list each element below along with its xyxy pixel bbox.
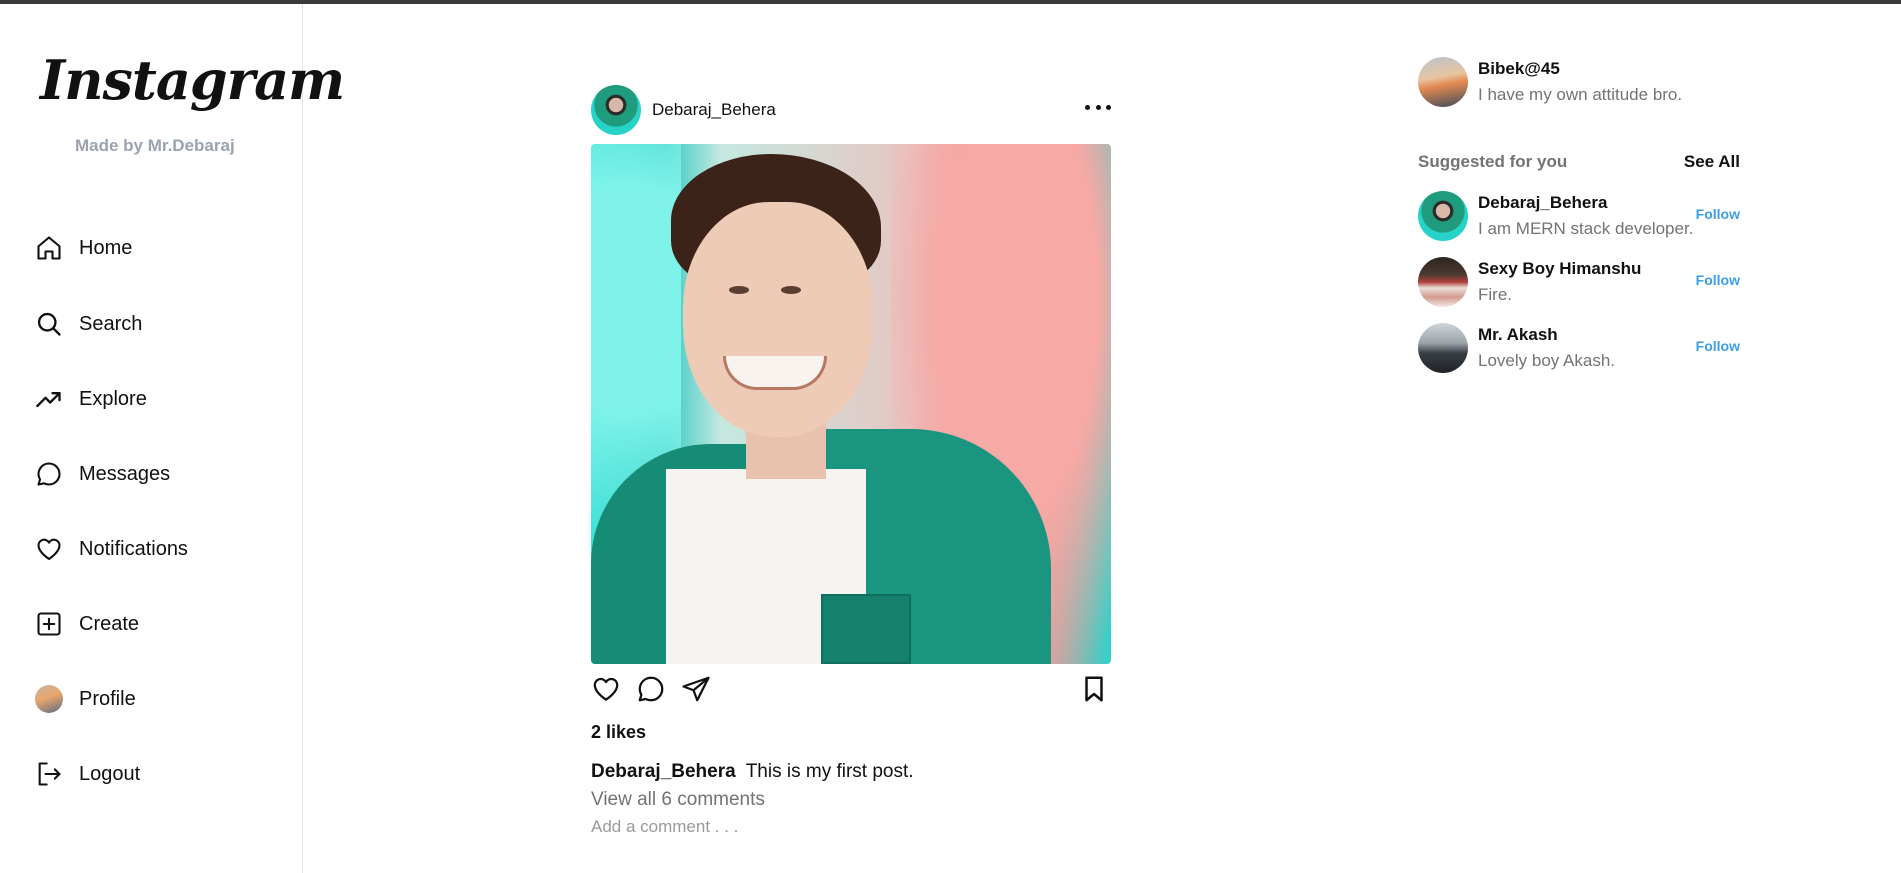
add-comment-input[interactable]: [591, 817, 991, 837]
avatar[interactable]: [1418, 257, 1468, 307]
home-icon: [34, 233, 64, 263]
caption-text: This is my first post.: [745, 761, 914, 782]
suggestions-header: Suggested for you See All: [1418, 152, 1758, 176]
likes-count[interactable]: 2 likes: [591, 722, 1111, 743]
feed-post: Debaraj_Behera 2 likes Debaraj_Behera Thi: [591, 82, 1111, 837]
post-author-avatar[interactable]: [591, 85, 641, 135]
sidebar-item-label: Logout: [79, 762, 141, 785]
sidebar-item-profile[interactable]: Profile: [34, 679, 274, 719]
suggestion-item: Sexy Boy Himanshu Fire. Follow: [1418, 256, 1758, 308]
post-header: Debaraj_Behera: [591, 82, 1111, 138]
sidebar-item-label: Messages: [79, 462, 171, 485]
bookmark-icon[interactable]: [1079, 674, 1111, 706]
suggestion-bio: Fire.: [1478, 285, 1512, 304]
image-pocket: [821, 594, 911, 664]
instagram-logo[interactable]: Instagram: [40, 48, 345, 112]
suggestion-name[interactable]: Mr. Akash: [1478, 325, 1615, 345]
suggestion-name[interactable]: Sexy Boy Himanshu: [1478, 259, 1641, 279]
suggestion-item: Mr. Akash Lovely boy Akash. Follow: [1418, 322, 1758, 374]
suggestion-text: Sexy Boy Himanshu Fire.: [1478, 259, 1641, 305]
profile-avatar: [34, 684, 64, 714]
sidebar-item-explore[interactable]: Explore: [34, 379, 274, 419]
see-all-link[interactable]: See All: [1684, 152, 1740, 172]
image-face: [683, 202, 873, 437]
follow-button[interactable]: Follow: [1693, 206, 1740, 222]
like-heart-icon[interactable]: [591, 674, 623, 706]
sidebar-item-label: Explore: [79, 387, 147, 410]
comment-icon[interactable]: [636, 674, 668, 706]
sidebar-item-notifications[interactable]: Notifications: [34, 529, 274, 569]
image-eye: [781, 286, 801, 294]
made-by-label: Made by Mr.Debaraj: [75, 136, 235, 155]
more-options-icon[interactable]: [1085, 96, 1111, 118]
sidebar-item-label: Search: [79, 312, 143, 335]
suggestion-item: Debaraj_Behera I am MERN stack developer…: [1418, 190, 1758, 242]
follow-button[interactable]: Follow: [1693, 338, 1740, 354]
suggestion-bio: I am MERN stack developer.: [1478, 219, 1694, 238]
suggestions-title: Suggested for you: [1418, 152, 1568, 171]
message-icon: [34, 459, 64, 489]
image-eye: [729, 286, 749, 294]
sidebar-item-home[interactable]: Home: [34, 228, 274, 268]
avatar[interactable]: [1418, 323, 1468, 373]
post-image[interactable]: [591, 144, 1111, 664]
plus-square-icon: [34, 609, 64, 639]
suggestion-text: Mr. Akash Lovely boy Akash.: [1478, 325, 1615, 371]
post-caption: Debaraj_Behera This is my first post.: [591, 761, 1111, 783]
post-author-name[interactable]: Debaraj_Behera: [652, 100, 776, 120]
current-user-name[interactable]: Bibek@45: [1478, 59, 1682, 79]
sidebar-item-messages[interactable]: Messages: [34, 454, 274, 494]
sidebar-item-search[interactable]: Search: [34, 304, 274, 344]
current-user-bio: I have my own attitude bro.: [1478, 85, 1683, 104]
right-panel: Bibek@45 I have my own attitude bro. Sug…: [1418, 56, 1758, 374]
caption-username[interactable]: Debaraj_Behera: [591, 761, 736, 782]
suggestion-name[interactable]: Debaraj_Behera: [1478, 193, 1693, 213]
avatar[interactable]: [1418, 191, 1468, 241]
sidebar: Instagram Made by Mr.Debaraj Home Search…: [0, 4, 345, 873]
view-all-comments-link[interactable]: View all 6 comments: [591, 789, 1111, 811]
follow-button[interactable]: Follow: [1693, 272, 1740, 288]
avatar[interactable]: [1418, 57, 1468, 107]
suggestion-bio: Lovely boy Akash.: [1478, 351, 1616, 370]
current-user-text: Bibek@45 I have my own attitude bro.: [1478, 59, 1682, 105]
sidebar-item-label: Home: [79, 236, 133, 259]
logout-icon: [34, 759, 64, 789]
sidebar-item-label: Profile: [79, 687, 136, 710]
sidebar-item-create[interactable]: Create: [34, 604, 274, 644]
current-user: Bibek@45 I have my own attitude bro.: [1418, 56, 1758, 108]
trending-icon: [34, 384, 64, 414]
suggestion-text: Debaraj_Behera I am MERN stack developer…: [1478, 193, 1693, 239]
sidebar-item-label: Create: [79, 612, 140, 635]
search-icon: [34, 309, 64, 339]
post-actions: [591, 664, 1111, 716]
sidebar-item-logout[interactable]: Logout: [34, 754, 274, 794]
share-send-icon[interactable]: [681, 674, 713, 706]
heart-icon: [34, 534, 64, 564]
sidebar-item-label: Notifications: [79, 537, 188, 560]
